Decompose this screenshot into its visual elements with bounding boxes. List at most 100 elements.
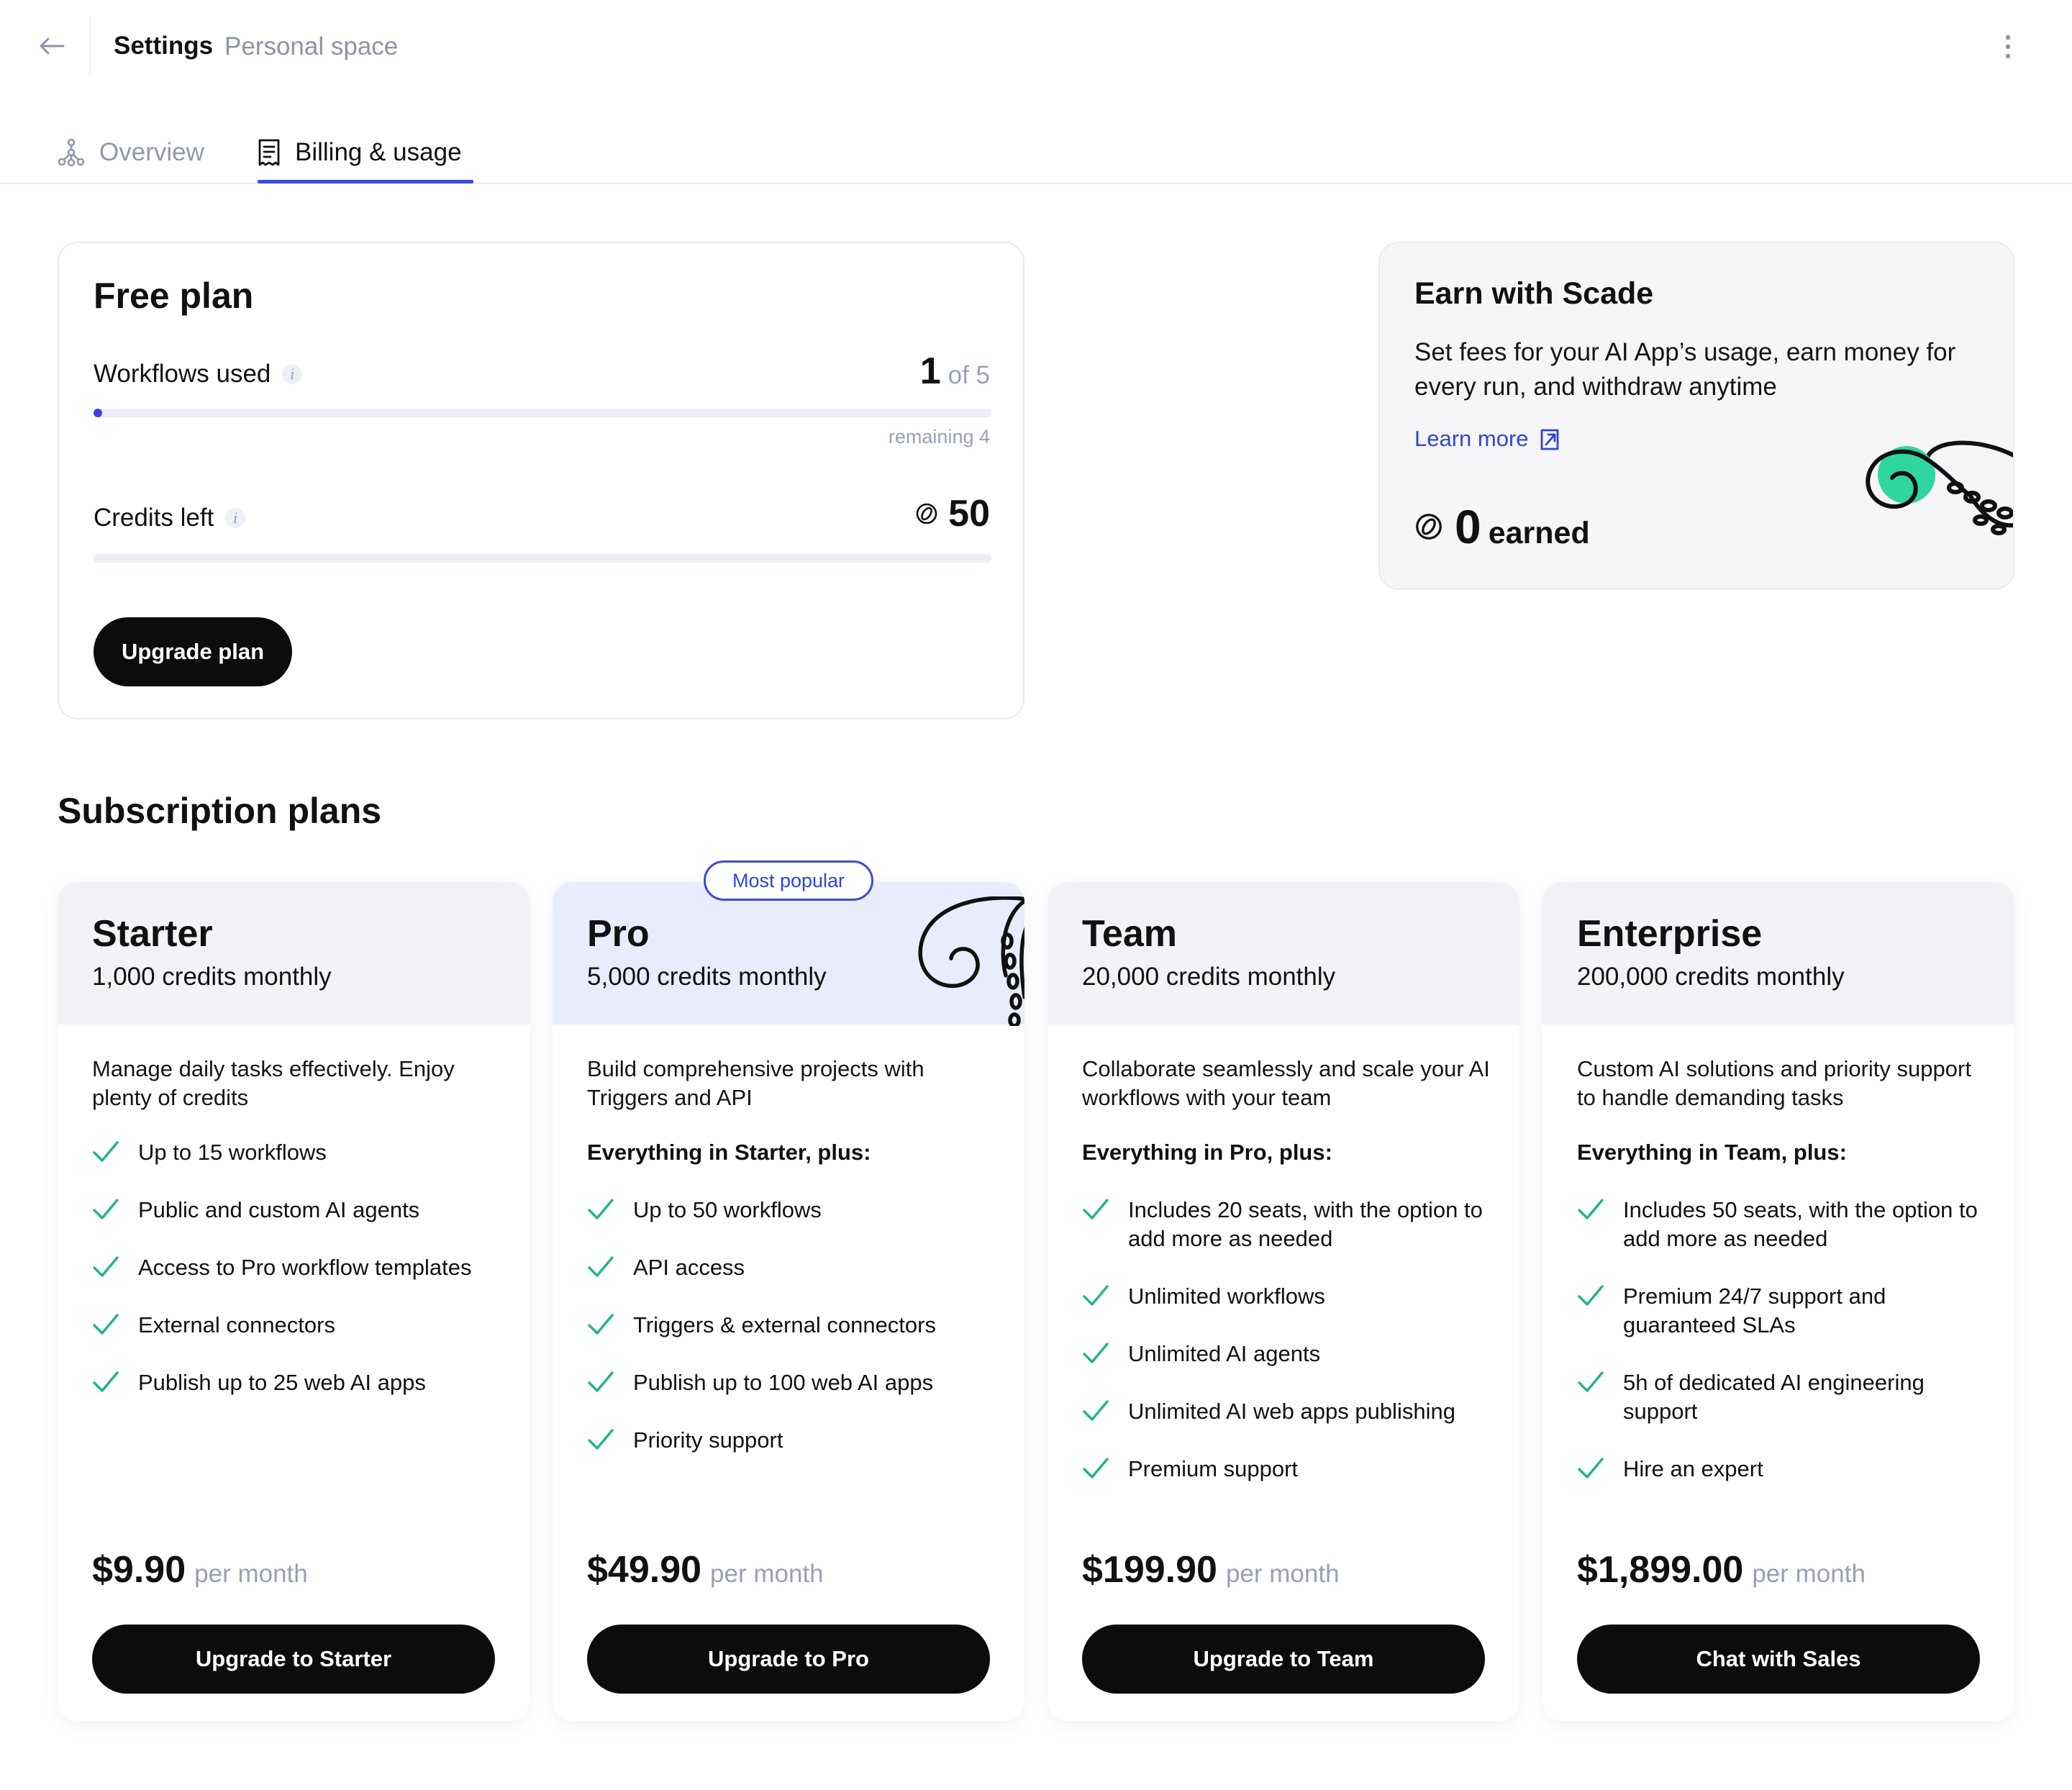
feature-item: Priority support bbox=[587, 1426, 1004, 1455]
upgrade-to-pro-button[interactable]: Upgrade to Pro bbox=[587, 1625, 990, 1694]
feature-text: Includes 50 seats, with the option to ad… bbox=[1623, 1197, 1978, 1251]
chat-with-sales-button[interactable]: Chat with Sales bbox=[1577, 1625, 1980, 1694]
plan-card-starter: Starter 1,000 credits monthly Manage dai… bbox=[58, 882, 530, 1721]
feature-item: Triggers & external connectors bbox=[587, 1311, 1004, 1340]
plan-price: $199.90 per month bbox=[1082, 1548, 1340, 1591]
receipt-icon bbox=[258, 139, 280, 166]
workflows-total: of 5 bbox=[948, 361, 990, 389]
coin-icon bbox=[916, 503, 937, 524]
credits-left-value: 50 bbox=[948, 493, 990, 535]
plan-description: Build comprehensive projects with Trigge… bbox=[587, 1056, 924, 1110]
feature-text: Hire an expert bbox=[1623, 1456, 1763, 1481]
plan-subheading: Everything in Starter, plus: bbox=[587, 1140, 871, 1165]
plan-credits: 200,000 credits monthly bbox=[1577, 963, 1845, 991]
price-period: per month bbox=[1752, 1560, 1866, 1588]
check-icon bbox=[93, 1371, 119, 1392]
feature-item: Premium support bbox=[1082, 1455, 1499, 1484]
price-amount: $49.90 bbox=[587, 1549, 702, 1591]
free-plan-title: Free plan bbox=[94, 276, 254, 316]
price-period: per month bbox=[194, 1560, 308, 1588]
credits-progress-bar bbox=[94, 554, 991, 563]
info-icon[interactable]: i bbox=[282, 364, 303, 384]
plan-header: Pro 5,000 credits monthly bbox=[553, 882, 1024, 1026]
more-vertical-icon bbox=[2005, 35, 2011, 59]
check-icon bbox=[588, 1429, 614, 1450]
check-icon bbox=[588, 1314, 614, 1335]
plan-description: Collaborate seamlessly and scale your AI… bbox=[1082, 1056, 1490, 1110]
price-amount: $9.90 bbox=[92, 1549, 186, 1591]
earned-label: earned bbox=[1488, 516, 1590, 550]
workflows-progress-fill bbox=[94, 409, 103, 417]
check-icon bbox=[93, 1199, 119, 1219]
plan-header: Enterprise 200,000 credits monthly bbox=[1542, 882, 2014, 1025]
feature-text: Unlimited AI web apps publishing bbox=[1128, 1399, 1455, 1424]
coin-icon bbox=[1416, 514, 1442, 540]
workflows-used-value: 1 bbox=[919, 350, 941, 392]
plan-price: $9.90 per month bbox=[92, 1548, 308, 1591]
check-icon bbox=[93, 1314, 119, 1335]
free-plan-card: Free plan Workflows used i 1 of 5 remain… bbox=[58, 242, 1024, 719]
more-options-button[interactable] bbox=[1993, 29, 2023, 65]
plan-feature-list: Up to 15 workflows Public and custom AI … bbox=[92, 1138, 509, 1426]
feature-text: API access bbox=[633, 1255, 745, 1280]
feature-text: Includes 20 seats, with the option to ad… bbox=[1128, 1197, 1483, 1251]
learn-more-label: Learn more bbox=[1414, 426, 1529, 451]
plan-price: $1,899.00 per month bbox=[1577, 1548, 1866, 1591]
credits-left-label-row: Credits left i bbox=[94, 504, 246, 532]
header-divider bbox=[89, 17, 91, 75]
price-period: per month bbox=[1225, 1560, 1340, 1588]
plan-description: Custom AI solutions and priority support… bbox=[1577, 1056, 1971, 1110]
workflows-count: 1 of 5 bbox=[920, 350, 990, 393]
workflows-remaining: remaining 4 bbox=[888, 426, 990, 448]
top-bar: Settings Personal space bbox=[0, 0, 2072, 94]
workflows-progress-bar bbox=[94, 409, 991, 417]
upgrade-to-team-button[interactable]: Upgrade to Team bbox=[1082, 1625, 1485, 1694]
plan-credits: 1,000 credits monthly bbox=[92, 963, 332, 991]
check-icon bbox=[1083, 1199, 1109, 1219]
check-icon bbox=[588, 1371, 614, 1392]
tab-billing[interactable]: Billing & usage bbox=[258, 131, 462, 174]
credits-left-label: Credits left bbox=[94, 504, 214, 532]
feature-text: Publish up to 100 web AI apps bbox=[633, 1370, 934, 1395]
feature-text: Premium 24/7 support and guaranteed SLAs bbox=[1623, 1284, 1886, 1337]
check-icon bbox=[93, 1141, 119, 1162]
settings-tabs: Overview Billing & usage bbox=[0, 122, 2072, 184]
check-icon bbox=[1083, 1458, 1109, 1478]
upgrade-plan-button[interactable]: Upgrade plan bbox=[94, 617, 292, 686]
arrow-left-icon bbox=[40, 37, 65, 55]
plan-name: Pro bbox=[587, 913, 650, 955]
tab-overview-label: Overview bbox=[99, 138, 204, 166]
tab-overview[interactable]: Overview bbox=[58, 131, 204, 174]
active-tab-indicator bbox=[258, 180, 473, 183]
plan-credits: 5,000 credits monthly bbox=[587, 963, 827, 991]
plan-feature-list: Everything in Starter, plus: Up to 50 wo… bbox=[587, 1138, 1004, 1484]
feature-item: 5h of dedicated AI engineering support bbox=[1577, 1368, 1994, 1426]
check-icon bbox=[588, 1199, 614, 1219]
feature-item: Includes 20 seats, with the option to ad… bbox=[1082, 1196, 1499, 1253]
feature-item: Up to 15 workflows bbox=[92, 1138, 509, 1167]
feature-item: Up to 50 workflows bbox=[587, 1196, 1004, 1225]
info-icon[interactable]: i bbox=[225, 508, 246, 528]
external-link-icon bbox=[1540, 429, 1558, 450]
check-icon bbox=[1578, 1285, 1604, 1306]
earned-value: 0 bbox=[1455, 500, 1481, 553]
tab-billing-label: Billing & usage bbox=[295, 138, 462, 166]
plan-name: Starter bbox=[92, 913, 213, 955]
feature-text: External connectors bbox=[138, 1312, 335, 1337]
subscription-plans-title: Subscription plans bbox=[58, 791, 382, 831]
check-icon bbox=[1083, 1285, 1109, 1306]
plan-subheading: Everything in Team, plus: bbox=[1577, 1140, 1847, 1165]
back-button[interactable] bbox=[33, 29, 71, 63]
feature-text: Unlimited AI agents bbox=[1128, 1341, 1321, 1366]
check-icon bbox=[588, 1256, 614, 1277]
feature-text: 5h of dedicated AI engineering support bbox=[1623, 1370, 1925, 1424]
feature-item: Includes 50 seats, with the option to ad… bbox=[1577, 1196, 1994, 1253]
feature-item: Publish up to 25 web AI apps bbox=[92, 1368, 509, 1397]
upgrade-to-starter-button[interactable]: Upgrade to Starter bbox=[92, 1625, 495, 1694]
feature-item: Hire an expert bbox=[1577, 1455, 1994, 1484]
plan-description: Manage daily tasks effectively. Enjoy pl… bbox=[92, 1056, 455, 1110]
feature-text: Premium support bbox=[1128, 1456, 1299, 1481]
learn-more-link[interactable]: Learn more bbox=[1414, 426, 1560, 452]
feature-text: Priority support bbox=[633, 1427, 783, 1453]
most-popular-badge: Most popular bbox=[704, 860, 873, 901]
